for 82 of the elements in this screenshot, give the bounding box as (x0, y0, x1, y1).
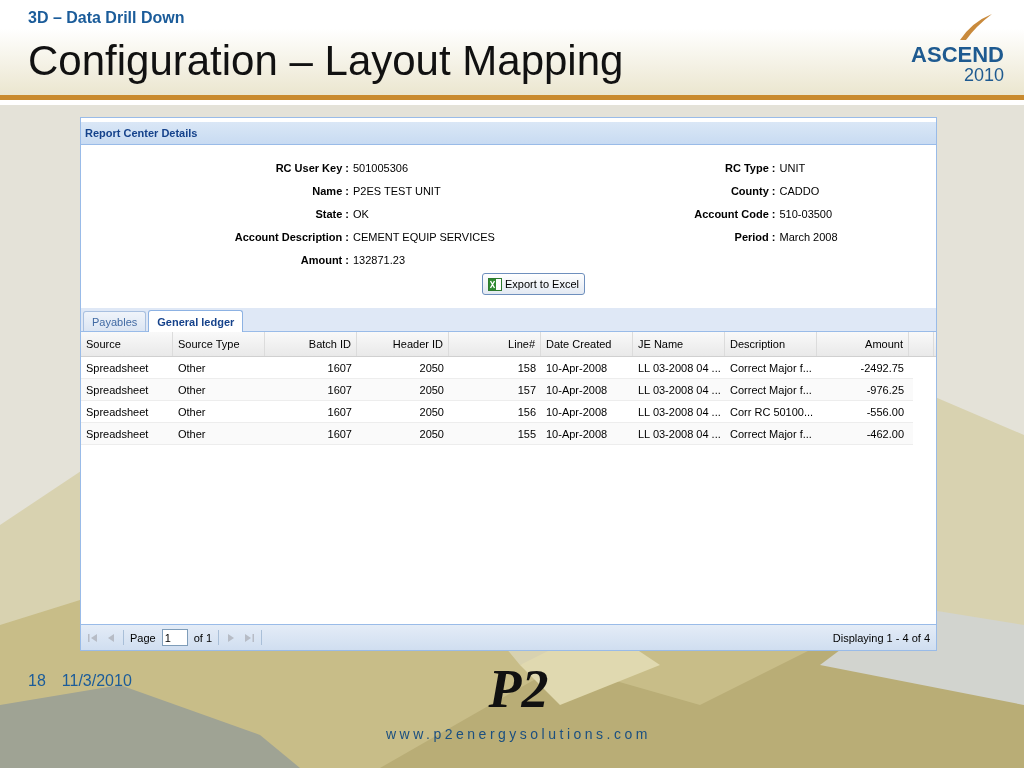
table-cell-text: -462.00 (865, 426, 905, 442)
slide-date: 11/3/2010 (61, 672, 132, 691)
column-header[interactable]: Description (725, 332, 817, 356)
table-cell-text: 10-Apr-2008 (545, 360, 609, 376)
page-number: 18 (28, 672, 46, 691)
first-page-icon[interactable] (87, 631, 99, 644)
table-cell-text: Spreadsheet (85, 404, 150, 420)
table-cell-text: Spreadsheet (85, 426, 150, 442)
table-cell-text: Other (177, 404, 207, 420)
column-header[interactable]: Header ID (357, 332, 449, 356)
company-logo: P2 (488, 660, 549, 718)
table-cell-text: Spreadsheet (85, 360, 150, 376)
field-value: March 2008 (779, 231, 838, 243)
table-cell-text: -976.25 (865, 382, 905, 398)
last-page-icon[interactable] (243, 631, 256, 644)
table-cell-text: Spreadsheet (85, 382, 150, 398)
field-label: RC User Key : (274, 162, 350, 174)
logo-name: ASCEND (911, 44, 1004, 66)
logo-year: 2010 (963, 66, 1004, 84)
table-cell-text: Correct Major f... (729, 382, 813, 398)
export-button[interactable]: Export to Excel (482, 273, 585, 295)
table-cell-text: 156 (516, 404, 537, 420)
column-header[interactable]: Batch ID (265, 332, 357, 356)
table-cell-text: LL 03-2008 04 ... (637, 404, 722, 420)
table-cell-text: Other (177, 360, 207, 376)
field-label: Account Code : (693, 208, 777, 220)
field-label: County : (729, 185, 777, 197)
column-header[interactable]: Source (81, 332, 173, 356)
table-cell-text: Correct Major f... (729, 426, 813, 442)
table-cell-text: 10-Apr-2008 (545, 404, 609, 420)
section-title: 3D – Data Drill Down (28, 9, 186, 27)
column-header[interactable]: Date Created (541, 332, 633, 356)
field-label: State : (314, 208, 350, 220)
table-cell-text: 1607 (326, 404, 353, 420)
display-count: Displaying 1 - 4 of 4 (832, 631, 930, 644)
table-cell-text: 2050 (418, 360, 445, 376)
table-cell-text: 2050 (418, 404, 445, 420)
table-cell-text: Other (177, 382, 207, 398)
field-value: 132871.23 (353, 254, 405, 266)
table-cell-text: LL 03-2008 04 ... (637, 382, 722, 398)
field-value: 510-03500 (779, 208, 833, 220)
field-label: Period : (733, 231, 777, 243)
spreadsheet-icon (488, 277, 502, 291)
table-cell-text: Correct Major f... (729, 360, 813, 376)
page-field[interactable]: 1 (161, 629, 188, 646)
column-header[interactable]: Amount (817, 332, 909, 356)
panel-title: Report Center Details (85, 127, 198, 139)
field-label: RC Type : (723, 162, 777, 174)
field-value: CEMENT EQUIP SERVICES (353, 231, 495, 243)
table-cell-text: 2050 (418, 426, 445, 442)
slide-title: Configuration – Layout Mapping (28, 37, 624, 85)
table-cell-text: LL 03-2008 04 ... (637, 426, 722, 442)
table-cell-text: 1607 (326, 382, 353, 398)
table-cell-text: Other (177, 426, 207, 442)
table-cell-text: 2050 (418, 382, 445, 398)
table-cell-text: -556.00 (865, 404, 905, 420)
tab[interactable]: General ledger (148, 310, 244, 332)
field-value: UNIT (779, 162, 806, 174)
field-label: Amount : (299, 254, 350, 266)
table-cell-text: 158 (516, 360, 537, 376)
table-cell-text: 10-Apr-2008 (545, 382, 609, 398)
table-cell-text: Corr RC 50100... (729, 404, 815, 420)
field-label: Name : (311, 185, 350, 197)
column-header[interactable]: Line# (449, 332, 541, 356)
field-value: 501005306 (353, 162, 409, 174)
page-label: Page (130, 631, 156, 644)
table-cell-text: 157 (516, 382, 537, 398)
table-cell-text: 155 (516, 426, 537, 442)
table-cell-text: -2492.75 (859, 360, 905, 376)
field-value: OK (353, 208, 369, 220)
table-cell-text: LL 03-2008 04 ... (637, 360, 722, 376)
page-count: of 1 (193, 631, 213, 644)
column-header[interactable]: Source Type (173, 332, 265, 356)
field-value: P2ES TEST UNIT (353, 185, 441, 197)
field-value: CADDO (779, 185, 820, 197)
table-cell-text: 1607 (326, 360, 353, 376)
website-text: www.p2energysolutions.com (386, 726, 651, 742)
table-cell-text: 10-Apr-2008 (545, 426, 609, 442)
field-label: Account Description : (233, 231, 350, 243)
table-cell-text: 1607 (326, 426, 353, 442)
column-header[interactable]: JE Name (633, 332, 725, 356)
tab[interactable]: Payables (83, 311, 147, 331)
